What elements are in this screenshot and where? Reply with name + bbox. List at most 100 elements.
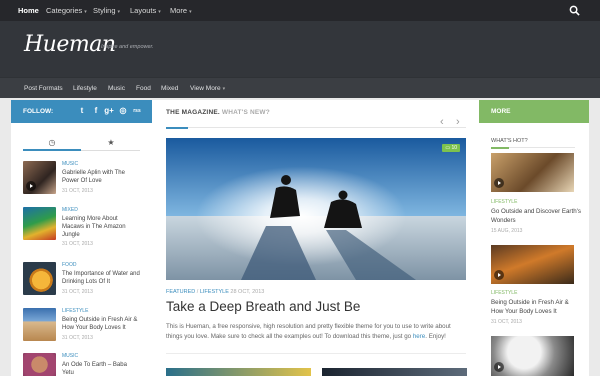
star-icon[interactable]: ★ [82, 137, 140, 151]
post-meta: FEATURED / LIFESTYLE 28 OCT, 2013 [166, 289, 264, 295]
post-title[interactable]: Take a Deep Breath and Just Be [166, 299, 360, 314]
chevron-down-icon: ▾ [158, 9, 161, 15]
post-category-lifestyle[interactable]: LIFESTYLE [200, 289, 229, 295]
left-sidebar: FOLLOW: t f g+ ◎ rss ◷ ★ MUSIC Gabrielle… [11, 100, 152, 376]
post-title[interactable]: Being Outside in Fresh Air & How Your Bo… [491, 298, 581, 316]
site-tagline: Inspire and empower. [101, 44, 154, 50]
whats-hot-heading: WHAT'S HOT? [491, 138, 528, 144]
facebook-icon[interactable]: f [90, 105, 102, 117]
section-title: THE MAGAZINE. [166, 109, 220, 116]
chevron-left-icon[interactable]: ‹ [440, 117, 444, 128]
topnav-styling[interactable]: Styling ▾ [93, 0, 120, 21]
main-content: THE MAGAZINE. WHAT'S NEW? ‹ › ▭ 10 FEATU… [152, 100, 479, 376]
post-thumbnail[interactable] [23, 207, 56, 240]
post-title[interactable]: Being Outside in Fresh Air & How Your Bo… [62, 316, 140, 332]
topnav-layouts-label: Layouts [130, 6, 157, 15]
chevron-right-icon[interactable]: › [456, 117, 460, 128]
post-date: 31 OCT, 2013 [62, 335, 93, 341]
post-title[interactable]: The Importance of Water and Drinking Lot… [62, 270, 140, 286]
more-label: MORE [491, 108, 511, 115]
category-navigation: Post Formats Lifestyle Music Food Mixed … [0, 77, 600, 98]
section-heading: THE MAGAZINE. WHAT'S NEW? [166, 109, 270, 116]
subnav-food[interactable]: Food [136, 78, 151, 99]
post-title[interactable]: Go Outside and Discover Earth's Wonders [491, 207, 581, 225]
post-thumbnail[interactable] [491, 336, 574, 376]
sidebar-tabs: ◷ ★ [23, 137, 140, 151]
subnav-view-more-label: View More [190, 85, 221, 92]
divider [166, 353, 466, 354]
excerpt-text: This is Hueman, a free responsive, high … [166, 323, 451, 340]
topnav-home[interactable]: Home [18, 0, 39, 21]
twitter-icon[interactable]: t [76, 105, 88, 117]
divider-accent [491, 147, 509, 149]
comment-count: 10 [451, 145, 457, 151]
post-date: 31 OCT, 2013 [491, 319, 522, 325]
chevron-down-icon: ▾ [222, 86, 226, 92]
play-icon [26, 181, 36, 191]
chevron-down-icon: ▾ [117, 9, 121, 15]
subnav-view-more[interactable]: View More ▾ [190, 78, 225, 99]
dribbble-icon[interactable]: ◎ [117, 105, 129, 117]
download-link[interactable]: here [413, 333, 425, 340]
post-category[interactable]: MIXED [62, 207, 78, 213]
post-thumbnail[interactable] [23, 262, 56, 295]
list-item: FOOD The Importance of Water and Drinkin… [23, 262, 140, 300]
play-icon [494, 270, 504, 280]
post-category[interactable]: LIFESTYLE [491, 199, 517, 205]
follow-label: FOLLOW: [23, 108, 54, 115]
chevron-down-icon: ▾ [189, 9, 192, 15]
list-item: MUSIC Gabrielle Aplin with The Power Of … [23, 161, 140, 199]
post-title[interactable]: Gabrielle Aplin with The Power Of Love [62, 169, 140, 185]
subnav-mixed[interactable]: Mixed [161, 78, 178, 99]
post-thumbnail[interactable] [491, 245, 574, 284]
featured-image[interactable]: ▭ 10 [166, 138, 466, 280]
post-category[interactable]: LIFESTYLE [491, 290, 517, 296]
post-category[interactable]: FOOD [62, 262, 76, 268]
topnav-layouts[interactable]: Layouts ▾ [130, 0, 161, 21]
post-title[interactable]: An Ode To Earth – Baba Yetu [62, 361, 140, 376]
comment-count-badge[interactable]: ▭ 10 [442, 144, 460, 152]
search-icon[interactable] [569, 5, 580, 16]
right-sidebar: MORE WHAT'S HOT? LIFESTYLE Go Outside an… [479, 100, 589, 376]
play-icon [494, 178, 504, 188]
post-date: 15 AUG, 2013 [491, 228, 523, 234]
top-navigation: Home Categories ▾ Styling ▾ Layouts ▾ More ▾ [0, 0, 600, 21]
post-date: 31 OCT, 2013 [62, 289, 93, 295]
list-item: MIXED Learning More About Macaws in The … [23, 207, 140, 247]
subnav-music[interactable]: Music [108, 78, 125, 99]
post-category[interactable]: LIFESTYLE [62, 308, 88, 314]
chevron-down-icon: ▾ [84, 9, 87, 15]
post-thumbnail[interactable] [322, 368, 467, 376]
post-thumbnail[interactable] [23, 161, 56, 194]
google-plus-icon[interactable]: g+ [103, 105, 115, 117]
follow-bar: FOLLOW: t f g+ ◎ rss [11, 100, 152, 123]
subnav-post-formats[interactable]: Post Formats [24, 78, 63, 99]
hero-photo [166, 138, 466, 280]
post-title[interactable]: Learning More About Macaws in The Amazon… [62, 215, 140, 239]
section-subtitle: WHAT'S NEW? [221, 109, 270, 116]
post-category[interactable]: MUSIC [62, 161, 78, 167]
divider-accent [166, 127, 188, 129]
topnav-more[interactable]: More ▾ [170, 0, 192, 21]
post-category[interactable]: MUSIC [62, 353, 78, 359]
post-thumbnail[interactable] [23, 308, 56, 341]
topnav-categories[interactable]: Categories ▾ [46, 0, 87, 21]
clock-icon[interactable]: ◷ [23, 137, 81, 151]
post-thumbnail[interactable] [491, 153, 574, 192]
play-icon [494, 362, 504, 372]
post-date: 28 OCT, 2013 [230, 289, 265, 295]
post-date: 31 OCT, 2013 [62, 241, 93, 247]
topnav-categories-label: Categories [46, 6, 83, 15]
post-thumbnail[interactable] [166, 368, 311, 376]
divider [166, 127, 466, 128]
topnav-styling-label: Styling [93, 6, 116, 15]
list-item: LIFESTYLE Being Outside in Fresh Air & H… [23, 308, 140, 346]
more-bar: MORE [479, 100, 589, 123]
post-thumbnail[interactable] [23, 353, 56, 376]
list-item: MUSIC An Ode To Earth – Baba Yetu [23, 353, 140, 376]
subnav-lifestyle[interactable]: Lifestyle [73, 78, 97, 99]
post-excerpt: This is Hueman, a free responsive, high … [166, 322, 466, 342]
post-category-featured[interactable]: FEATURED [166, 289, 195, 295]
post-date: 31 OCT, 2013 [62, 188, 93, 194]
rss-icon[interactable]: rss [131, 105, 143, 117]
